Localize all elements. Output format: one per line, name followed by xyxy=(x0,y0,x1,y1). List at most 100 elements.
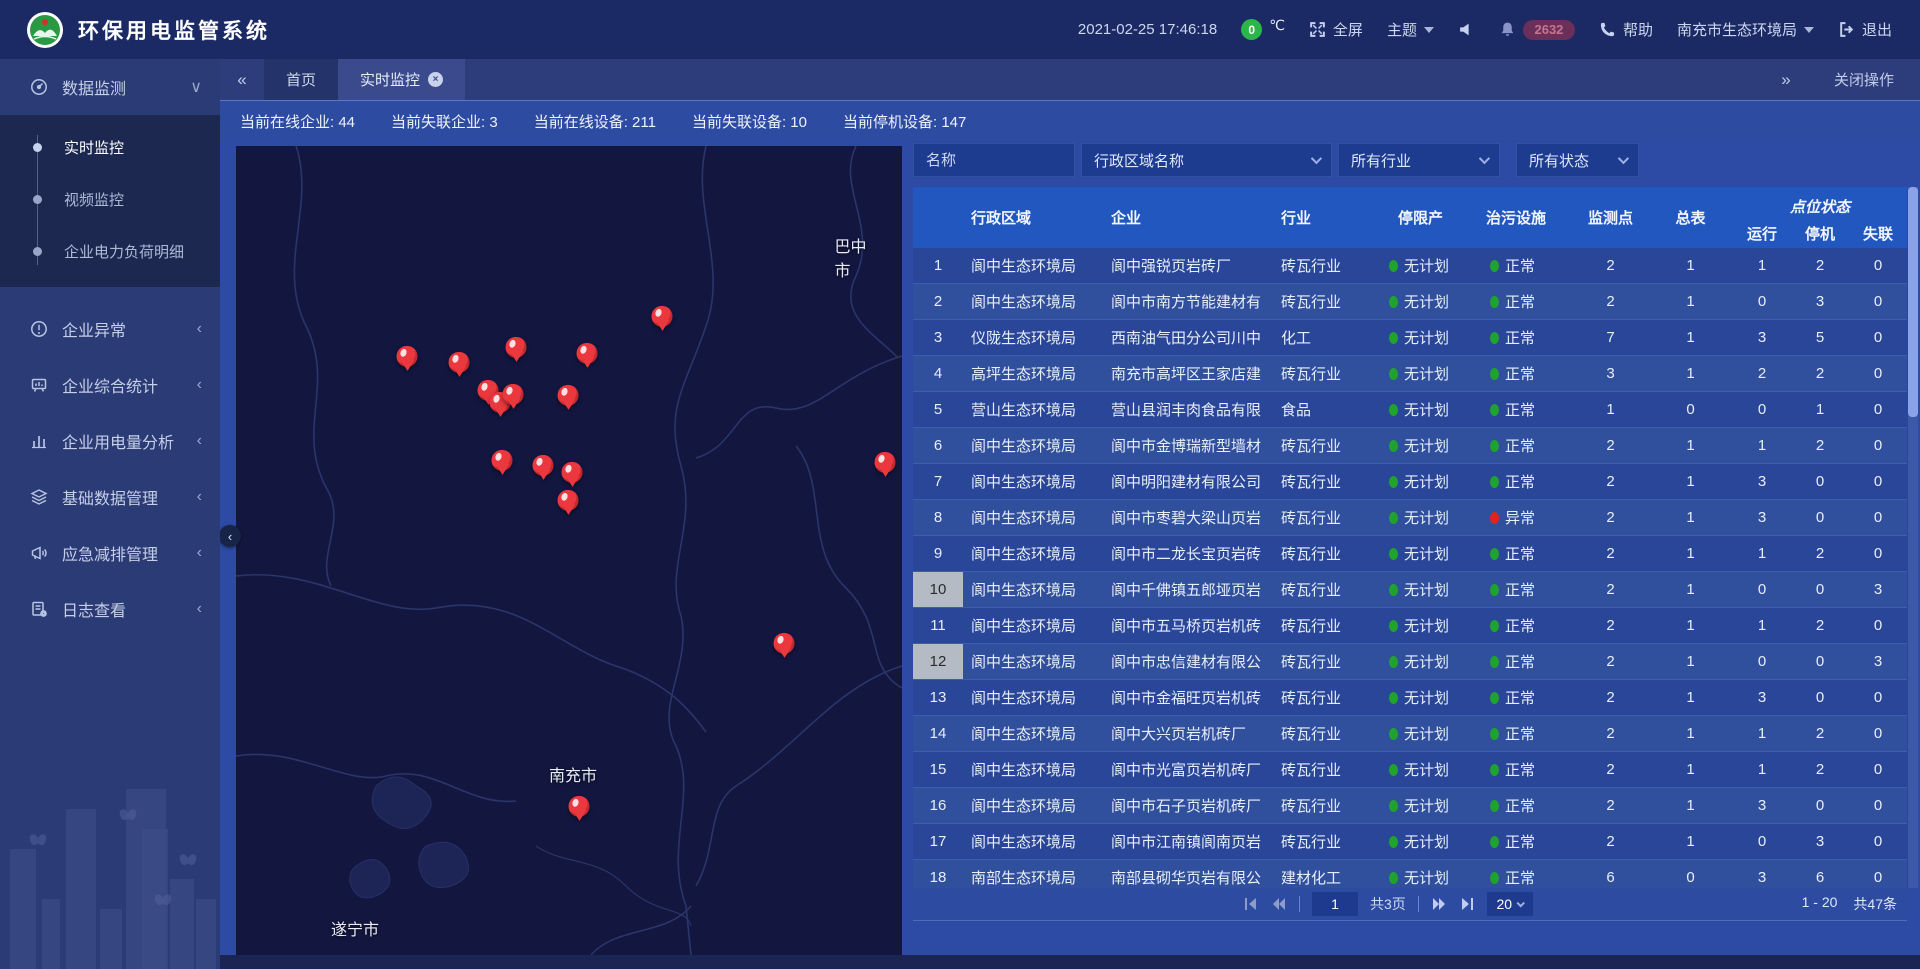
next-page-button[interactable] xyxy=(1431,897,1447,911)
sidebar-item-data-monitoring[interactable]: 数据监测∨ xyxy=(0,59,220,115)
close-operations-button[interactable]: 关闭操作 xyxy=(1834,69,1894,90)
tab-realtime[interactable]: 实时监控 × xyxy=(338,59,465,100)
col-subheader[interactable]: 停机 xyxy=(1791,219,1849,248)
col-header[interactable]: 行业 xyxy=(1273,187,1363,248)
table-row[interactable]: 16阆中生态环境局阆中市石子页岩机砖厂砖瓦行业无计划正常21300 xyxy=(913,788,1907,824)
table-row[interactable]: 5营山生态环境局营山县润丰肉食品有限食品无计划正常10010 xyxy=(913,392,1907,428)
table-row[interactable]: 12阆中生态环境局阆中市忠信建材有限公砖瓦行业无计划正常21003 xyxy=(913,644,1907,680)
table-row[interactable]: 10阆中生态环境局阆中千佛镇五郎垭页岩砖瓦行业无计划正常21003 xyxy=(913,572,1907,608)
cell-production-status: 无计划 xyxy=(1363,860,1478,888)
industry-select-value: 所有行业 xyxy=(1351,150,1411,171)
sidebar-item-emergency-reduction[interactable]: 应急减排管理‹ xyxy=(0,525,220,581)
col-header[interactable]: 总表 xyxy=(1648,187,1733,248)
col-header[interactable]: 监测点 xyxy=(1573,187,1648,248)
map-pin-icon[interactable] xyxy=(492,450,513,471)
col-header[interactable]: 企业 xyxy=(1103,187,1273,248)
prev-page-button[interactable] xyxy=(1271,897,1287,911)
table-row[interactable]: 4高坪生态环境局南充市高坪区王家店建砖瓦行业无计划正常31220 xyxy=(913,356,1907,392)
sidebar-subitem-realtime-monitoring[interactable]: 实时监控 xyxy=(0,121,220,173)
map-pin-icon[interactable] xyxy=(774,633,795,654)
last-page-button[interactable] xyxy=(1459,897,1475,911)
map-pin-icon[interactable] xyxy=(397,346,418,367)
table-row[interactable]: 18南部生态环境局南部县砌华页岩有限公建材化工无计划正常60360 xyxy=(913,860,1907,888)
cell-total-meters: 1 xyxy=(1648,500,1733,535)
sidebar-item-log-view[interactable]: 日志查看‹ xyxy=(0,581,220,637)
region-filter-select[interactable]: 行政区域名称 xyxy=(1081,143,1332,177)
cell-production-status: 无计划 xyxy=(1363,356,1478,391)
status-filter-select[interactable]: 所有状态 xyxy=(1516,143,1639,177)
map-pin-icon[interactable] xyxy=(449,352,470,373)
cell-company: 阆中市忠信建材有限公 xyxy=(1103,644,1273,679)
table-row[interactable]: 3仪陇生态环境局西南油气田分公司川中化工无计划正常71350 xyxy=(913,320,1907,356)
table-row[interactable]: 7阆中生态环境局阆中明阳建材有限公司砖瓦行业无计划正常21300 xyxy=(913,464,1907,500)
cell-company: 阆中市光富页岩机砖厂 xyxy=(1103,752,1273,787)
sidebar-item-enterprise-abnormal[interactable]: 企业异常‹ xyxy=(0,301,220,357)
map-pin-icon[interactable] xyxy=(562,462,583,483)
cell-region: 阆中生态环境局 xyxy=(963,536,1103,571)
logout-button[interactable]: 退出 xyxy=(1838,19,1892,40)
sidebar-subitem-power-load-detail[interactable]: 企业电力负荷明细 xyxy=(0,225,220,277)
sidebar-subitem-video-monitoring[interactable]: 视频监控 xyxy=(0,173,220,225)
status-dot-icon xyxy=(1490,620,1499,632)
help-button[interactable]: 帮助 xyxy=(1599,19,1653,40)
page-number-input[interactable]: 1 xyxy=(1312,892,1358,916)
map-pin-icon[interactable] xyxy=(558,490,579,511)
table-row[interactable]: 17阆中生态环境局阆中市江南镇阆南页岩砖瓦行业无计划正常21030 xyxy=(913,824,1907,860)
col-header[interactable]: 行政区域 xyxy=(963,187,1103,248)
status-dot-icon xyxy=(1490,836,1499,848)
cell-row-number: 6 xyxy=(913,428,963,463)
page-size-select[interactable]: 20 xyxy=(1487,892,1533,916)
scrollbar-thumb[interactable] xyxy=(1908,187,1918,417)
tab-home[interactable]: 首页 xyxy=(264,59,338,100)
map-pin-icon[interactable] xyxy=(577,343,598,364)
col-subheader[interactable]: 失联 xyxy=(1849,219,1907,248)
sidebar-item-label: 企业用电量分析 xyxy=(62,429,174,453)
industry-filter-select[interactable]: 所有行业 xyxy=(1338,143,1500,177)
sidebar-item-power-usage-analysis[interactable]: 企业用电量分析‹ xyxy=(0,413,220,469)
tabs-scroll-left-button[interactable]: « xyxy=(220,59,264,100)
table-row[interactable]: 9阆中生态环境局阆中市二龙长宝页岩砖砖瓦行业无计划正常21120 xyxy=(913,536,1907,572)
sidebar-item-base-data-management[interactable]: 基础数据管理‹ xyxy=(0,469,220,525)
map-pin-icon[interactable] xyxy=(652,306,673,327)
cell-industry: 建材化工 xyxy=(1273,860,1363,888)
name-filter-input[interactable] xyxy=(913,143,1075,177)
map-pin-icon[interactable] xyxy=(558,385,579,406)
col-header[interactable]: 治污设施 xyxy=(1478,187,1573,248)
table-row[interactable]: 15阆中生态环境局阆中市光富页岩机砖厂砖瓦行业无计划正常21120 xyxy=(913,752,1907,788)
table-row[interactable]: 13阆中生态环境局阆中市金福旺页岩机砖砖瓦行业无计划正常21300 xyxy=(913,680,1907,716)
sound-mute-button[interactable] xyxy=(1458,21,1475,38)
status-dot-icon xyxy=(1389,764,1398,776)
theme-dropdown[interactable]: 主题 xyxy=(1387,19,1434,40)
cell-region: 阆中生态环境局 xyxy=(963,644,1103,679)
status-dot-icon xyxy=(1490,440,1499,452)
map-pin-icon[interactable] xyxy=(875,452,896,473)
tabs-scroll-right-button[interactable]: » xyxy=(1764,70,1808,90)
table-row[interactable]: 14阆中生态环境局阆中大兴页岩机砖厂砖瓦行业无计划正常21120 xyxy=(913,716,1907,752)
sidebar-item-enterprise-statistics[interactable]: 企业综合统计‹ xyxy=(0,357,220,413)
name-input[interactable] xyxy=(926,152,1062,169)
fullscreen-button[interactable]: 全屏 xyxy=(1309,19,1363,40)
cell-company: 阆中市金福旺页岩机砖 xyxy=(1103,680,1273,715)
table-row[interactable]: 6阆中生态环境局阆中市金博瑞新型墙材砖瓦行业无计划正常21120 xyxy=(913,428,1907,464)
first-page-button[interactable] xyxy=(1243,897,1259,911)
map-pin-icon[interactable] xyxy=(569,796,590,817)
table-row[interactable]: 8阆中生态环境局阆中市枣碧大梁山页岩砖瓦行业无计划异常21300 xyxy=(913,500,1907,536)
map-pin-icon[interactable] xyxy=(533,455,554,476)
map-pin-icon[interactable] xyxy=(506,337,527,358)
cell-running: 0 xyxy=(1733,644,1791,679)
tab-label: 实时监控 xyxy=(360,69,420,90)
map-panel[interactable]: 巴中市南充市遂宁市 xyxy=(236,146,902,955)
map-collapse-button[interactable]: ‹ xyxy=(219,525,241,547)
map-pin-icon[interactable] xyxy=(503,384,524,405)
col-subheader[interactable]: 运行 xyxy=(1733,219,1791,248)
status-dot-icon xyxy=(1389,728,1398,740)
notifications-button[interactable]: 2632 xyxy=(1499,20,1575,40)
cell-production-status: 无计划 xyxy=(1363,248,1478,283)
table-row[interactable]: 2阆中生态环境局阆中市南方节能建材有砖瓦行业无计划正常21030 xyxy=(913,284,1907,320)
table-row[interactable]: 1阆中生态环境局阆中强锐页岩砖厂砖瓦行业无计划正常21120 xyxy=(913,248,1907,284)
table-row[interactable]: 11阆中生态环境局阆中市五马桥页岩机砖砖瓦行业无计划正常21120 xyxy=(913,608,1907,644)
col-header[interactable]: 停限产 xyxy=(1363,187,1478,248)
org-dropdown[interactable]: 南充市生态环境局 xyxy=(1677,19,1814,40)
table-scrollbar[interactable] xyxy=(1908,187,1918,888)
tab-close-icon[interactable]: × xyxy=(428,72,443,87)
